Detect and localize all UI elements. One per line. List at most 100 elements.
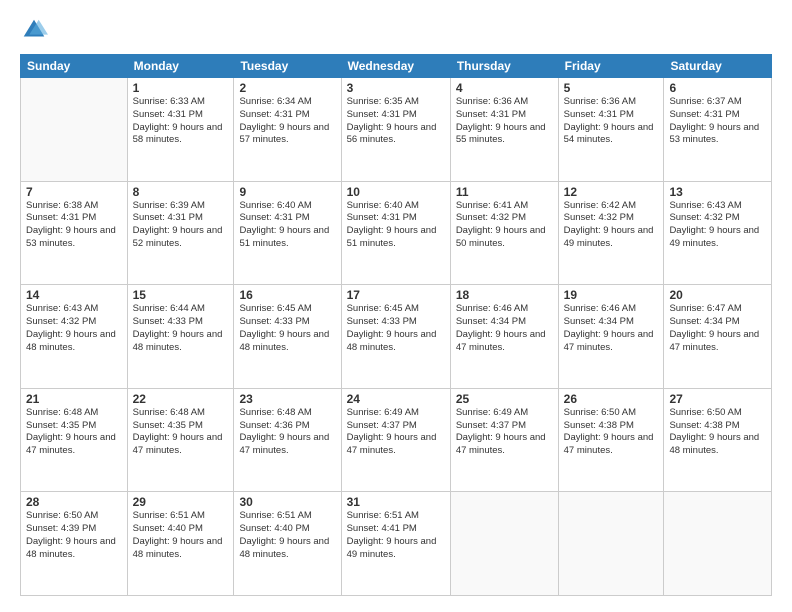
calendar-cell: 19Sunrise: 6:46 AM Sunset: 4:34 PM Dayli… xyxy=(558,285,664,389)
calendar-cell: 9Sunrise: 6:40 AM Sunset: 4:31 PM Daylig… xyxy=(234,181,341,285)
day-info: Sunrise: 6:50 AM Sunset: 4:39 PM Dayligh… xyxy=(26,510,122,561)
calendar-cell: 27Sunrise: 6:50 AM Sunset: 4:38 PM Dayli… xyxy=(664,388,772,492)
day-number: 28 xyxy=(26,495,122,509)
day-info: Sunrise: 6:51 AM Sunset: 4:40 PM Dayligh… xyxy=(133,510,229,561)
calendar-cell: 22Sunrise: 6:48 AM Sunset: 4:35 PM Dayli… xyxy=(127,388,234,492)
day-number: 29 xyxy=(133,495,229,509)
calendar-day-header: Sunday xyxy=(21,55,128,78)
day-info: Sunrise: 6:43 AM Sunset: 4:32 PM Dayligh… xyxy=(669,200,766,251)
calendar-cell: 18Sunrise: 6:46 AM Sunset: 4:34 PM Dayli… xyxy=(450,285,558,389)
calendar-cell: 26Sunrise: 6:50 AM Sunset: 4:38 PM Dayli… xyxy=(558,388,664,492)
day-number: 24 xyxy=(347,392,445,406)
day-number: 25 xyxy=(456,392,553,406)
day-number: 19 xyxy=(564,288,659,302)
day-info: Sunrise: 6:41 AM Sunset: 4:32 PM Dayligh… xyxy=(456,200,553,251)
day-number: 30 xyxy=(239,495,335,509)
calendar-cell xyxy=(450,492,558,596)
calendar-cell: 17Sunrise: 6:45 AM Sunset: 4:33 PM Dayli… xyxy=(341,285,450,389)
calendar-day-header: Thursday xyxy=(450,55,558,78)
day-number: 13 xyxy=(669,185,766,199)
day-info: Sunrise: 6:51 AM Sunset: 4:40 PM Dayligh… xyxy=(239,510,335,561)
day-info: Sunrise: 6:34 AM Sunset: 4:31 PM Dayligh… xyxy=(239,96,335,147)
calendar-cell: 1Sunrise: 6:33 AM Sunset: 4:31 PM Daylig… xyxy=(127,78,234,182)
day-info: Sunrise: 6:38 AM Sunset: 4:31 PM Dayligh… xyxy=(26,200,122,251)
calendar-cell xyxy=(664,492,772,596)
calendar-cell: 31Sunrise: 6:51 AM Sunset: 4:41 PM Dayli… xyxy=(341,492,450,596)
calendar-table: SundayMondayTuesdayWednesdayThursdayFrid… xyxy=(20,54,772,596)
calendar-cell xyxy=(21,78,128,182)
day-info: Sunrise: 6:50 AM Sunset: 4:38 PM Dayligh… xyxy=(564,407,659,458)
page: SundayMondayTuesdayWednesdayThursdayFrid… xyxy=(0,0,792,612)
calendar-cell: 8Sunrise: 6:39 AM Sunset: 4:31 PM Daylig… xyxy=(127,181,234,285)
day-info: Sunrise: 6:48 AM Sunset: 4:35 PM Dayligh… xyxy=(133,407,229,458)
calendar-day-header: Wednesday xyxy=(341,55,450,78)
calendar-cell: 7Sunrise: 6:38 AM Sunset: 4:31 PM Daylig… xyxy=(21,181,128,285)
calendar-cell: 30Sunrise: 6:51 AM Sunset: 4:40 PM Dayli… xyxy=(234,492,341,596)
calendar-cell: 29Sunrise: 6:51 AM Sunset: 4:40 PM Dayli… xyxy=(127,492,234,596)
day-info: Sunrise: 6:42 AM Sunset: 4:32 PM Dayligh… xyxy=(564,200,659,251)
day-number: 10 xyxy=(347,185,445,199)
calendar-day-header: Tuesday xyxy=(234,55,341,78)
calendar-cell: 20Sunrise: 6:47 AM Sunset: 4:34 PM Dayli… xyxy=(664,285,772,389)
day-number: 9 xyxy=(239,185,335,199)
calendar-cell: 4Sunrise: 6:36 AM Sunset: 4:31 PM Daylig… xyxy=(450,78,558,182)
day-number: 3 xyxy=(347,81,445,95)
logo xyxy=(20,16,52,44)
day-number: 7 xyxy=(26,185,122,199)
day-info: Sunrise: 6:36 AM Sunset: 4:31 PM Dayligh… xyxy=(564,96,659,147)
calendar-week-row: 14Sunrise: 6:43 AM Sunset: 4:32 PM Dayli… xyxy=(21,285,772,389)
day-info: Sunrise: 6:49 AM Sunset: 4:37 PM Dayligh… xyxy=(456,407,553,458)
calendar-header-row: SundayMondayTuesdayWednesdayThursdayFrid… xyxy=(21,55,772,78)
day-info: Sunrise: 6:37 AM Sunset: 4:31 PM Dayligh… xyxy=(669,96,766,147)
day-number: 6 xyxy=(669,81,766,95)
day-number: 14 xyxy=(26,288,122,302)
calendar-cell: 6Sunrise: 6:37 AM Sunset: 4:31 PM Daylig… xyxy=(664,78,772,182)
calendar-cell: 25Sunrise: 6:49 AM Sunset: 4:37 PM Dayli… xyxy=(450,388,558,492)
day-number: 8 xyxy=(133,185,229,199)
day-info: Sunrise: 6:35 AM Sunset: 4:31 PM Dayligh… xyxy=(347,96,445,147)
day-number: 16 xyxy=(239,288,335,302)
day-number: 27 xyxy=(669,392,766,406)
calendar-week-row: 28Sunrise: 6:50 AM Sunset: 4:39 PM Dayli… xyxy=(21,492,772,596)
day-number: 12 xyxy=(564,185,659,199)
day-number: 26 xyxy=(564,392,659,406)
day-info: Sunrise: 6:36 AM Sunset: 4:31 PM Dayligh… xyxy=(456,96,553,147)
day-info: Sunrise: 6:48 AM Sunset: 4:36 PM Dayligh… xyxy=(239,407,335,458)
header xyxy=(20,16,772,44)
calendar-cell: 21Sunrise: 6:48 AM Sunset: 4:35 PM Dayli… xyxy=(21,388,128,492)
day-info: Sunrise: 6:45 AM Sunset: 4:33 PM Dayligh… xyxy=(347,303,445,354)
day-info: Sunrise: 6:40 AM Sunset: 4:31 PM Dayligh… xyxy=(347,200,445,251)
calendar-cell: 13Sunrise: 6:43 AM Sunset: 4:32 PM Dayli… xyxy=(664,181,772,285)
day-number: 5 xyxy=(564,81,659,95)
day-number: 21 xyxy=(26,392,122,406)
day-number: 15 xyxy=(133,288,229,302)
calendar-cell: 10Sunrise: 6:40 AM Sunset: 4:31 PM Dayli… xyxy=(341,181,450,285)
calendar-cell: 2Sunrise: 6:34 AM Sunset: 4:31 PM Daylig… xyxy=(234,78,341,182)
day-info: Sunrise: 6:49 AM Sunset: 4:37 PM Dayligh… xyxy=(347,407,445,458)
day-number: 18 xyxy=(456,288,553,302)
calendar-cell: 11Sunrise: 6:41 AM Sunset: 4:32 PM Dayli… xyxy=(450,181,558,285)
calendar-week-row: 21Sunrise: 6:48 AM Sunset: 4:35 PM Dayli… xyxy=(21,388,772,492)
day-info: Sunrise: 6:43 AM Sunset: 4:32 PM Dayligh… xyxy=(26,303,122,354)
day-info: Sunrise: 6:50 AM Sunset: 4:38 PM Dayligh… xyxy=(669,407,766,458)
calendar-day-header: Monday xyxy=(127,55,234,78)
calendar-cell: 15Sunrise: 6:44 AM Sunset: 4:33 PM Dayli… xyxy=(127,285,234,389)
day-info: Sunrise: 6:44 AM Sunset: 4:33 PM Dayligh… xyxy=(133,303,229,354)
logo-icon xyxy=(20,16,48,44)
day-info: Sunrise: 6:51 AM Sunset: 4:41 PM Dayligh… xyxy=(347,510,445,561)
day-number: 20 xyxy=(669,288,766,302)
day-number: 17 xyxy=(347,288,445,302)
day-info: Sunrise: 6:45 AM Sunset: 4:33 PM Dayligh… xyxy=(239,303,335,354)
calendar-cell: 5Sunrise: 6:36 AM Sunset: 4:31 PM Daylig… xyxy=(558,78,664,182)
calendar-day-header: Friday xyxy=(558,55,664,78)
calendar-day-header: Saturday xyxy=(664,55,772,78)
calendar-week-row: 1Sunrise: 6:33 AM Sunset: 4:31 PM Daylig… xyxy=(21,78,772,182)
day-info: Sunrise: 6:40 AM Sunset: 4:31 PM Dayligh… xyxy=(239,200,335,251)
day-number: 4 xyxy=(456,81,553,95)
day-number: 22 xyxy=(133,392,229,406)
day-info: Sunrise: 6:48 AM Sunset: 4:35 PM Dayligh… xyxy=(26,407,122,458)
day-info: Sunrise: 6:46 AM Sunset: 4:34 PM Dayligh… xyxy=(456,303,553,354)
day-info: Sunrise: 6:46 AM Sunset: 4:34 PM Dayligh… xyxy=(564,303,659,354)
calendar-week-row: 7Sunrise: 6:38 AM Sunset: 4:31 PM Daylig… xyxy=(21,181,772,285)
calendar-cell: 23Sunrise: 6:48 AM Sunset: 4:36 PM Dayli… xyxy=(234,388,341,492)
